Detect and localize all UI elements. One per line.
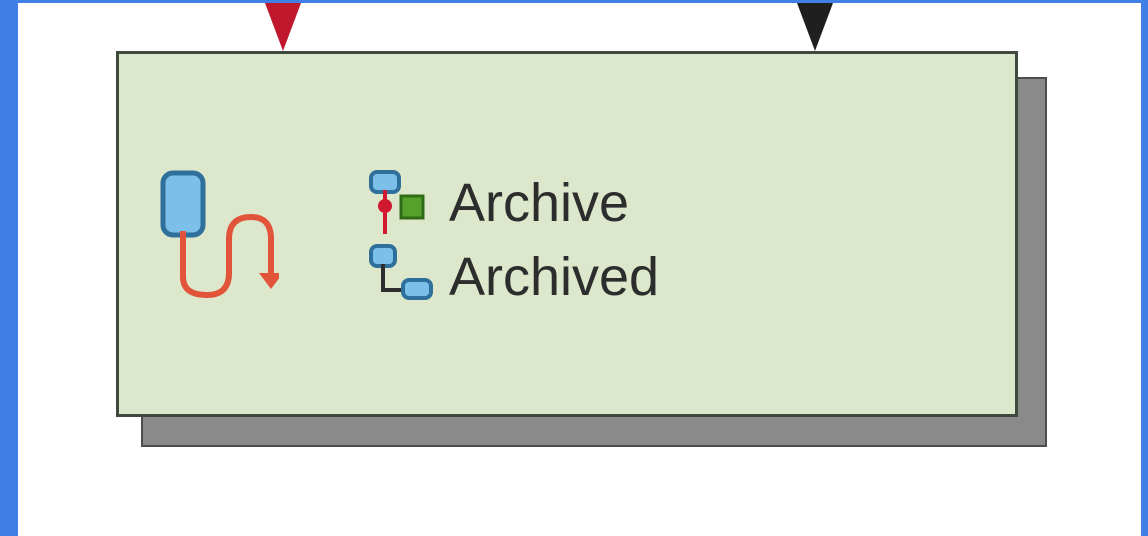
rule-decision-icon: [369, 170, 425, 234]
incoming-connector-arrow[interactable]: [265, 3, 301, 51]
outgoing-connector-arrow[interactable]: [797, 3, 833, 51]
node-rows: Archive Archived: [367, 166, 659, 314]
diagram-canvas[interactable]: Archive Archived: [18, 3, 1141, 536]
process-flow-icon: [160, 170, 279, 299]
list-item-archive[interactable]: Archive: [367, 166, 659, 240]
list-item-archived[interactable]: Archived: [367, 240, 659, 314]
row-label-archived: Archived: [449, 247, 660, 307]
state-flow-icon: [369, 244, 433, 300]
window-frame: Archive Archived: [0, 0, 1148, 536]
row-label-archive: Archive: [449, 173, 630, 233]
workflow-node[interactable]: Archive Archived: [116, 51, 1018, 417]
